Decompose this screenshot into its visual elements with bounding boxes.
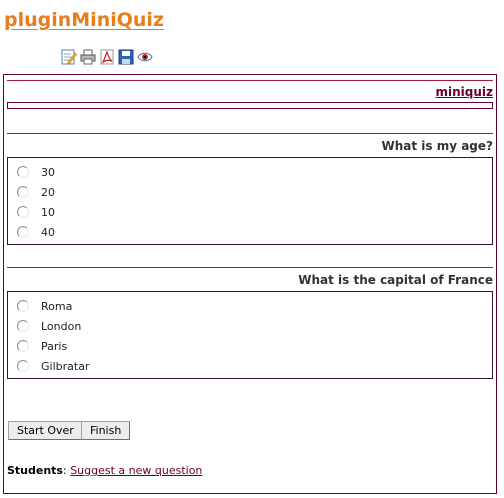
divider	[7, 80, 493, 81]
choice-label: 30	[41, 165, 55, 179]
radio-button[interactable]	[17, 206, 29, 218]
radio-button[interactable]	[17, 186, 29, 198]
quiz-container: miniquiz What is my age? 30 20 10 40 Wha…	[3, 74, 497, 494]
radio-button[interactable]	[17, 320, 29, 332]
divider	[7, 133, 493, 134]
radio-button[interactable]	[17, 340, 29, 352]
footer: Students: Suggest a new question	[7, 464, 203, 477]
finish-button[interactable]: Finish	[81, 421, 131, 440]
suggest-question-link[interactable]: Suggest a new question	[70, 464, 202, 477]
print-icon[interactable]	[80, 49, 96, 65]
students-label: Students	[7, 464, 63, 477]
pdf-icon[interactable]	[99, 49, 115, 65]
choice-label: Gilbratar	[41, 359, 90, 373]
radio-button[interactable]	[17, 226, 29, 238]
question-2-choices: Roma London Paris Gilbratar	[7, 291, 493, 379]
choice-item[interactable]: London	[17, 318, 81, 334]
choice-label: Paris	[41, 339, 68, 353]
save-icon[interactable]	[118, 49, 134, 65]
radio-button[interactable]	[17, 166, 29, 178]
quiz-header-box	[7, 102, 493, 109]
choice-item[interactable]: Paris	[17, 338, 67, 354]
radio-button[interactable]	[17, 300, 29, 312]
view-icon[interactable]	[137, 49, 153, 65]
choice-item[interactable]: 40	[17, 224, 55, 240]
choice-item[interactable]: Gilbratar	[17, 358, 89, 374]
choice-item[interactable]: Roma	[17, 298, 72, 314]
radio-button[interactable]	[17, 360, 29, 372]
choice-item[interactable]: 20	[17, 184, 55, 200]
choice-label: Roma	[41, 299, 73, 313]
divider	[7, 267, 493, 268]
choice-label: 40	[41, 225, 55, 239]
question-2-text: What is the capital of France	[298, 273, 493, 287]
miniquiz-link[interactable]: miniquiz	[435, 85, 493, 99]
page-title[interactable]: pluginMiniQuiz	[4, 9, 164, 31]
question-1-choices: 30 20 10 40	[7, 157, 493, 245]
choice-label: London	[41, 319, 82, 333]
start-over-button[interactable]: Start Over	[8, 421, 83, 440]
question-1-text: What is my age?	[381, 139, 493, 153]
toolbar	[61, 49, 153, 65]
choice-item[interactable]: 10	[17, 204, 55, 220]
edit-icon[interactable]	[61, 49, 77, 65]
choice-label: 20	[41, 185, 55, 199]
choice-label: 10	[41, 205, 55, 219]
choice-item[interactable]: 30	[17, 164, 55, 180]
